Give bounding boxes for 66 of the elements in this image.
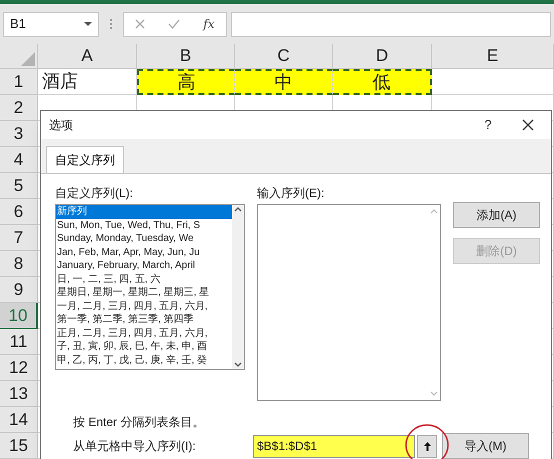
close-icon (522, 119, 534, 131)
dialog-button[interactable]: 添加(A) (453, 202, 540, 228)
row-header[interactable]: 13 (0, 381, 38, 407)
hand-drawn-circle-annotation (404, 422, 450, 459)
import-button[interactable]: 导入(M) (442, 433, 529, 459)
dialog-tab[interactable]: 自定义序列 (46, 146, 124, 173)
row-header[interactable]: 10 (0, 303, 38, 329)
select-all-corner[interactable] (0, 44, 38, 69)
list-item[interactable]: Jan, Feb, Mar, Apr, May, Jun, Ju (56, 246, 232, 259)
list-item[interactable]: 星期日, 星期一, 星期二, 星期三, 星 (56, 286, 232, 300)
insert-function-button[interactable]: fx (203, 15, 215, 34)
grip-icon (109, 18, 113, 30)
row-header[interactable]: 15 (0, 433, 38, 459)
collapse-dialog-button[interactable] (417, 434, 437, 458)
list-item[interactable]: 甲, 乙, 丙, 丁, 戊, 己, 庚, 辛, 壬, 癸 (56, 354, 232, 367)
dialog-title: 选项 (49, 117, 73, 134)
list-item[interactable]: 子, 丑, 寅, 卯, 辰, 巳, 午, 未, 申, 酉 (56, 340, 232, 354)
row-header[interactable]: 9 (0, 277, 38, 303)
row-header[interactable]: 6 (0, 199, 38, 225)
hint-text: 按 Enter 分隔列表条目。 (72, 414, 206, 431)
column-header[interactable]: D (333, 44, 432, 69)
column-header[interactable]: A (38, 44, 137, 69)
row-header[interactable]: 2 (0, 95, 38, 121)
list-item[interactable]: Sunday, Monday, Tuesday, We (56, 232, 232, 246)
name-box[interactable]: B1 (3, 12, 99, 37)
row-header[interactable]: 11 (0, 329, 38, 355)
row-header[interactable]: 5 (0, 173, 38, 199)
list-scrollbar[interactable] (232, 205, 244, 369)
scroll-up-icon[interactable] (234, 207, 242, 212)
list-item[interactable]: Sun, Mon, Tue, Wed, Thu, Fri, S (56, 218, 232, 232)
list-item[interactable]: January, February, March, April (56, 259, 232, 272)
help-button[interactable]: ? (473, 115, 503, 135)
row-header[interactable]: 3 (0, 121, 38, 147)
entry-text-area[interactable] (257, 204, 441, 401)
scroll-down-icon[interactable] (234, 362, 242, 367)
cancel-icon[interactable] (135, 19, 146, 30)
row-header[interactable]: 8 (0, 251, 38, 277)
list-item[interactable]: 新序列 (56, 205, 232, 218)
scroll-up-icon (430, 209, 438, 214)
formula-field[interactable] (231, 12, 551, 37)
column-header[interactable]: B (137, 44, 235, 69)
table-cell: 高 (137, 69, 235, 95)
row-header[interactable]: 7 (0, 225, 38, 251)
import-label: 从单元格中导入序列(I): (72, 438, 197, 455)
list-item[interactable]: 第一季, 第二季, 第三季, 第四季 (56, 313, 232, 326)
column-header[interactable]: E (432, 44, 554, 69)
column-header[interactable]: C (235, 44, 333, 69)
table-cell: 低 (333, 69, 432, 95)
import-range-field[interactable]: $B$1:$D$1 (253, 434, 415, 458)
row-header[interactable]: 14 (0, 407, 38, 433)
row-header[interactable]: 12 (0, 355, 38, 381)
row-header[interactable]: 1 (0, 69, 38, 95)
custom-list-box[interactable] (55, 204, 245, 370)
entry-label: 输入序列(E): (257, 185, 326, 202)
list-item[interactable]: 正月, 二月, 三月, 四月, 五月, 六月, (56, 326, 232, 340)
list-item[interactable]: 日, 一, 二, 三, 四, 五, 六 (56, 272, 232, 286)
list-label: 自定义序列(L): (55, 185, 134, 202)
row-header[interactable]: 4 (0, 147, 38, 173)
scroll-down-icon (430, 391, 438, 396)
list-item[interactable]: 一月, 二月, 三月, 四月, 五月, 六月, (56, 300, 232, 313)
table-cell: 酒店 (38, 69, 137, 95)
check-icon[interactable] (168, 19, 180, 30)
up-arrow-icon (422, 440, 432, 452)
table-cell: 中 (235, 69, 333, 95)
dropdown-icon (84, 22, 92, 26)
corner-triangle-icon (21, 52, 35, 66)
